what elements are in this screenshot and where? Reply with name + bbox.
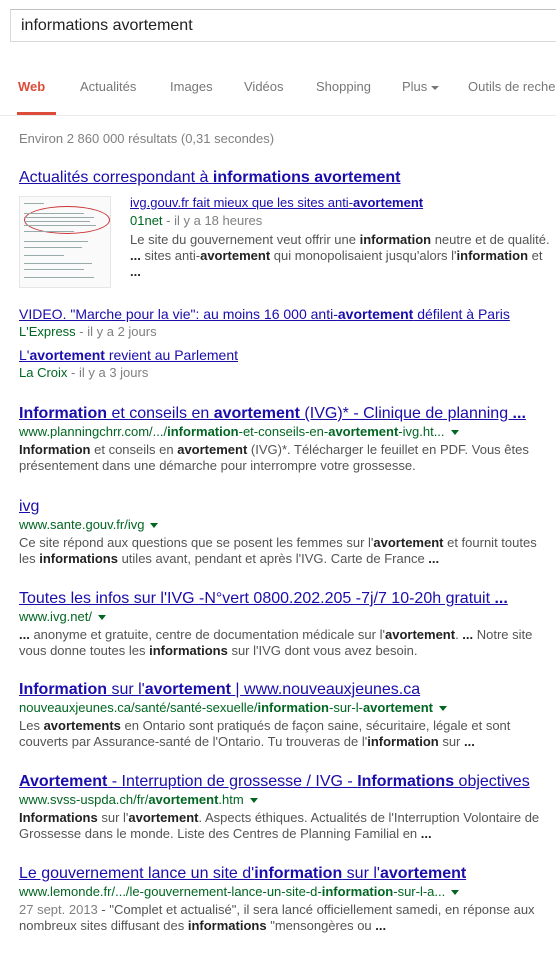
search-result: Avortement - Interruption de grossesse /…: [19, 772, 549, 842]
result-url-text: www.planningchrr.com/.../information-et-…: [19, 424, 445, 439]
result-url-text: www.svss-uspda.ch/fr/avortement.htm: [19, 792, 244, 807]
news-header-bold: informations avortement: [212, 169, 401, 186]
search-result: ivg www.sante.gouv.fr/ivg Ce site répond…: [19, 497, 549, 567]
news-main-title[interactable]: ivg.gouv.fr fait mieux que les sites ant…: [130, 194, 550, 211]
result-title[interactable]: Information sur l'avortement | www.nouve…: [19, 680, 549, 699]
result-url: www.lemonde.fr/.../le-gouvernement-lance…: [19, 884, 549, 900]
tab-images[interactable]: Images: [170, 79, 213, 94]
result-url: www.planningchrr.com/.../information-et-…: [19, 424, 549, 440]
result-snippet: Information et conseils en avortement (I…: [19, 442, 529, 473]
news-sub-source-line: La Croix - il y a 3 jours: [19, 364, 238, 382]
news-time: - il y a 2 jours: [75, 324, 157, 339]
news-header-link[interactable]: Actualités correspondant à informations …: [19, 168, 549, 188]
chevron-down-icon[interactable]: [450, 430, 459, 436]
news-main-snippet: Le site du gouvernement veut offrir une …: [130, 232, 550, 279]
chevron-down-icon[interactable]: [97, 615, 106, 621]
result-url-text: nouveauxjeunes.ca/santé/santé-sexuelle/i…: [19, 700, 434, 715]
news-sub-source-line: L'Express - il y a 2 jours: [19, 323, 510, 341]
result-title[interactable]: ivg: [19, 497, 549, 516]
search-input[interactable]: [11, 10, 556, 41]
chevron-down-icon[interactable]: [451, 890, 460, 896]
result-snippet: Informations sur l'avortement. Aspects é…: [19, 810, 540, 841]
search-result: Information sur l'avortement | www.nouve…: [19, 680, 549, 750]
tab-plus-label: Plus: [402, 79, 428, 94]
news-sub-title[interactable]: L'avortement revient au Parlement: [19, 347, 238, 363]
result-url: www.svss-uspda.ch/fr/avortement.htm: [19, 792, 549, 808]
result-url-text: www.sante.gouv.fr/ivg: [19, 517, 145, 532]
result-stats: Environ 2 860 000 résultats (0,31 second…: [19, 131, 275, 146]
search-box[interactable]: [10, 9, 556, 42]
chevron-down-icon: [431, 85, 440, 90]
news-sub-title[interactable]: VIDEO. "Marche pour la vie": au moins 16…: [19, 306, 510, 322]
news-main-title-text: ivg.gouv.fr fait mieux que les sites ant…: [130, 195, 354, 210]
result-title[interactable]: Toutes les infos sur l'IVG -N°vert 0800.…: [19, 589, 549, 608]
result-snippet: Les avortements en Ontario sont pratiqué…: [19, 718, 511, 749]
result-url-text: www.ivg.net/: [19, 609, 92, 624]
tab-web[interactable]: Web: [18, 79, 45, 94]
chevron-down-icon[interactable]: [150, 523, 159, 529]
result-url: www.sante.gouv.fr/ivg: [19, 517, 549, 533]
tab-actualites[interactable]: Actualités: [80, 79, 136, 94]
result-date: 27 sept. 2013: [19, 902, 98, 917]
chevron-down-icon[interactable]: [249, 798, 258, 804]
search-result: Toutes les infos sur l'IVG -N°vert 0800.…: [19, 589, 549, 659]
active-tab-indicator: [17, 112, 56, 115]
news-sub-item: VIDEO. "Marche pour la vie": au moins 16…: [19, 305, 510, 341]
news-time: - il y a 18 heures: [162, 213, 263, 228]
tab-plus[interactable]: Plus: [402, 79, 440, 94]
result-title[interactable]: Avortement - Interruption de grossesse /…: [19, 772, 549, 791]
search-result: Le gouvernement lance un site d'informat…: [19, 864, 549, 934]
tab-outils[interactable]: Outils de reche: [468, 79, 555, 94]
search-result: Information et conseils en avortement (I…: [19, 404, 549, 474]
result-url-text: www.lemonde.fr/.../le-gouvernement-lance…: [19, 884, 446, 899]
news-main-title-bold: avortement: [353, 195, 424, 210]
result-snippet: ... anonyme et gratuite, centre de docum…: [19, 627, 533, 658]
news-source: 01net: [130, 213, 163, 228]
news-sub-item: L'avortement revient au Parlement La Cro…: [19, 346, 238, 382]
news-source: La Croix: [19, 365, 68, 380]
result-title[interactable]: Information et conseils en avortement (I…: [19, 404, 549, 423]
news-main-source-line: 01net - il y a 18 heures: [130, 212, 550, 229]
result-snippet: Ce site répond aux questions que se pose…: [19, 535, 537, 566]
news-thumbnail[interactable]: [19, 196, 111, 288]
result-url: nouveauxjeunes.ca/santé/santé-sexuelle/i…: [19, 700, 549, 716]
tab-videos[interactable]: Vidéos: [244, 79, 284, 94]
news-time: - il y a 3 jours: [67, 365, 149, 380]
result-url: www.ivg.net/: [19, 609, 549, 625]
chevron-down-icon[interactable]: [439, 706, 448, 712]
news-source: L'Express: [19, 324, 76, 339]
news-header-text: Actualités correspondant à: [19, 169, 213, 186]
result-title[interactable]: Le gouvernement lance un site d'informat…: [19, 864, 549, 883]
news-main-item: ivg.gouv.fr fait mieux que les sites ant…: [130, 194, 550, 280]
result-snippet: 27 sept. 2013 - "Complet et actualisé", …: [19, 902, 549, 934]
tab-shopping[interactable]: Shopping: [316, 79, 371, 94]
search-tabs: Web Actualités Images Vidéos Shopping Pl…: [0, 62, 556, 116]
news-block: Actualités correspondant à informations …: [19, 168, 550, 380]
